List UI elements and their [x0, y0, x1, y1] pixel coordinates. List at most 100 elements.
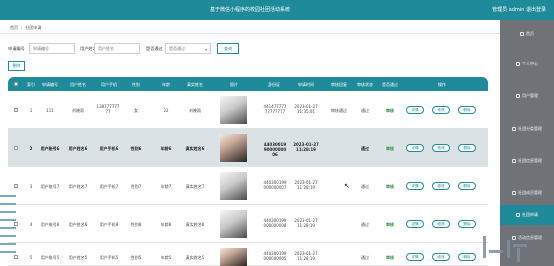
decorative-stripes — [0, 185, 16, 266]
cell-username: 用户姓名6 — [68, 146, 88, 151]
members-icon — [512, 191, 516, 195]
breadcrumb-home[interactable]: 首页 — [10, 25, 18, 31]
sidebar-item-home[interactable]: 首页 — [500, 24, 554, 44]
info-icon — [512, 159, 516, 163]
cell-gender: 性别5 — [130, 255, 142, 260]
sidebar-item-members[interactable]: 社团成员管理 — [500, 183, 554, 203]
status-badge: 审核 — [386, 108, 394, 113]
cell-time: 2023-01-27 11:35:01 — [294, 104, 318, 114]
table-header: 索引 申请编号 用户姓名 用户手机 性别 年龄 真实姓名 照片 身份证 申请时间… — [8, 77, 488, 91]
search-input-username[interactable] — [94, 43, 140, 54]
apply-icon — [516, 213, 520, 217]
main-content: 首页 / 社团申请 申请编号 用户姓名 是否通过 ▾ 查询 删除 索引 申请编号… — [0, 20, 500, 266]
app-title: 基于微信小程序的校园社团活动系统 — [210, 7, 291, 13]
sidebar-item-label: 个人中心 — [522, 61, 538, 66]
select-all-checkbox[interactable] — [14, 82, 18, 86]
cell-real-name: 真实姓名5 — [185, 255, 205, 260]
search-input-app-no[interactable] — [29, 43, 75, 54]
cell-username: 刘晓雨 — [72, 108, 84, 113]
chevron-down-icon: ▾ — [205, 47, 208, 52]
row-checkbox[interactable] — [14, 108, 18, 112]
cell-username: 用户姓名8 — [68, 222, 88, 227]
stripe — [0, 251, 16, 253]
cell-gender: 性别7 — [130, 184, 142, 189]
query-button[interactable]: 查询 — [217, 43, 239, 54]
sidebar-item-club-info[interactable]: 社团信息管理 — [500, 151, 554, 171]
col-age: 年龄 — [162, 82, 170, 87]
col-phone: 用户手机 — [101, 82, 117, 87]
cell-idcard: 440300199000000007 — [263, 180, 287, 190]
edit-button[interactable]: 修改 — [432, 106, 450, 114]
cell-real-name: 真实姓名6 — [185, 146, 205, 151]
user-info[interactable]: 管理员 admin 退出登录 — [492, 6, 546, 13]
detail-button[interactable]: 详情 — [406, 106, 424, 114]
delete-button[interactable]: 删除 — [8, 61, 25, 71]
cell-app-no: 用户账号6 — [40, 146, 60, 151]
row-checkbox[interactable] — [14, 146, 18, 150]
edit-button[interactable]: 修改 — [432, 253, 450, 261]
table-row: 4 用户账号8 用户姓名8 用户手机8 性别8 年龄8 真实姓名8 440300… — [8, 205, 488, 243]
cell-time: 2023-01-27 11:28:19 — [294, 251, 318, 261]
sidebar-item-label: 社团申请 — [522, 212, 538, 217]
edit-button[interactable]: 修改 — [432, 220, 450, 228]
sidebar-item-profile[interactable]: 个人中心 — [500, 54, 554, 74]
search-label-passed: 是否通过 — [146, 46, 163, 51]
category-icon — [512, 127, 516, 131]
cell-audit: 通过 — [361, 146, 369, 151]
users-icon — [516, 94, 520, 98]
cell-age: 22 — [163, 108, 169, 113]
table-row: 5 用户账号5 用户姓名5 用户手机5 性别5 年龄5 真实姓名5 440300… — [8, 243, 488, 266]
cell-gender: 女 — [134, 108, 138, 113]
stripe — [0, 235, 16, 237]
cell-index: 1 — [29, 108, 33, 113]
detail-button[interactable]: 详情 — [406, 144, 424, 152]
home-icon — [520, 32, 524, 36]
status-badge: 审核 — [386, 222, 394, 227]
row-delete-button[interactable]: 删除 — [458, 253, 476, 261]
photo-thumbnail[interactable] — [220, 210, 247, 238]
col-username: 用户姓名 — [70, 82, 86, 87]
cell-idcard: 440300199000000005 — [263, 251, 287, 261]
stripe — [0, 227, 16, 229]
cell-reply: 审核通过 — [331, 108, 347, 113]
cell-real-name: 真实姓名7 — [185, 184, 205, 189]
photo-thumbnail[interactable] — [220, 172, 247, 200]
sidebar-item-users[interactable]: 用户管理 — [500, 86, 554, 106]
cell-index: 5 — [29, 255, 33, 260]
row-delete-button[interactable]: 删除 — [458, 144, 476, 152]
cell-real-name: 真实姓名8 — [185, 222, 205, 227]
sidebar-item-categories[interactable]: 社团分类管理 — [500, 119, 554, 139]
photo-thumbnail[interactable] — [220, 248, 247, 266]
col-audit: 审核状态 — [357, 82, 373, 87]
status-badge: 审核 — [386, 255, 394, 260]
edit-button[interactable]: 修改 — [432, 144, 450, 152]
cell-time: 2023-01-27 11:28:19 — [294, 218, 318, 228]
photo-thumbnail[interactable] — [220, 96, 247, 124]
sidebar-item-label: 用户管理 — [522, 93, 538, 98]
status-badge: 审核 — [386, 184, 394, 189]
row-delete-button[interactable]: 删除 — [458, 106, 476, 114]
stripe — [0, 243, 16, 245]
sidebar-item-label: 社团信息管理 — [518, 158, 542, 163]
cell-phone: 用户手机6 — [99, 146, 119, 151]
cell-phone: 用户手机7 — [99, 184, 119, 189]
stripe — [0, 219, 16, 221]
edit-button[interactable]: 修改 — [432, 182, 450, 190]
detail-button[interactable]: 详情 — [406, 182, 424, 190]
detail-button[interactable]: 详情 — [406, 253, 424, 261]
detail-button[interactable]: 详情 — [406, 220, 424, 228]
cell-audit: 通过 — [361, 222, 369, 227]
col-actions: 操作 — [438, 82, 446, 87]
stripe — [0, 211, 16, 213]
row-delete-button[interactable]: 删除 — [458, 220, 476, 228]
col-app-no: 申请编号 — [42, 82, 58, 87]
photo-thumbnail[interactable] — [220, 134, 247, 162]
cell-phone: 用户手机8 — [99, 222, 119, 227]
row-delete-button[interactable]: 删除 — [458, 182, 476, 190]
cell-audit: 通过 — [361, 108, 369, 113]
search-label-app-no: 申请编号 — [8, 46, 25, 51]
cell-app-no: 111 — [46, 108, 54, 113]
sidebar-item-applications[interactable]: 社团申请 — [500, 205, 554, 225]
sidebar-item-label: 首页 — [526, 31, 534, 36]
watermark-logo — [477, 226, 532, 266]
